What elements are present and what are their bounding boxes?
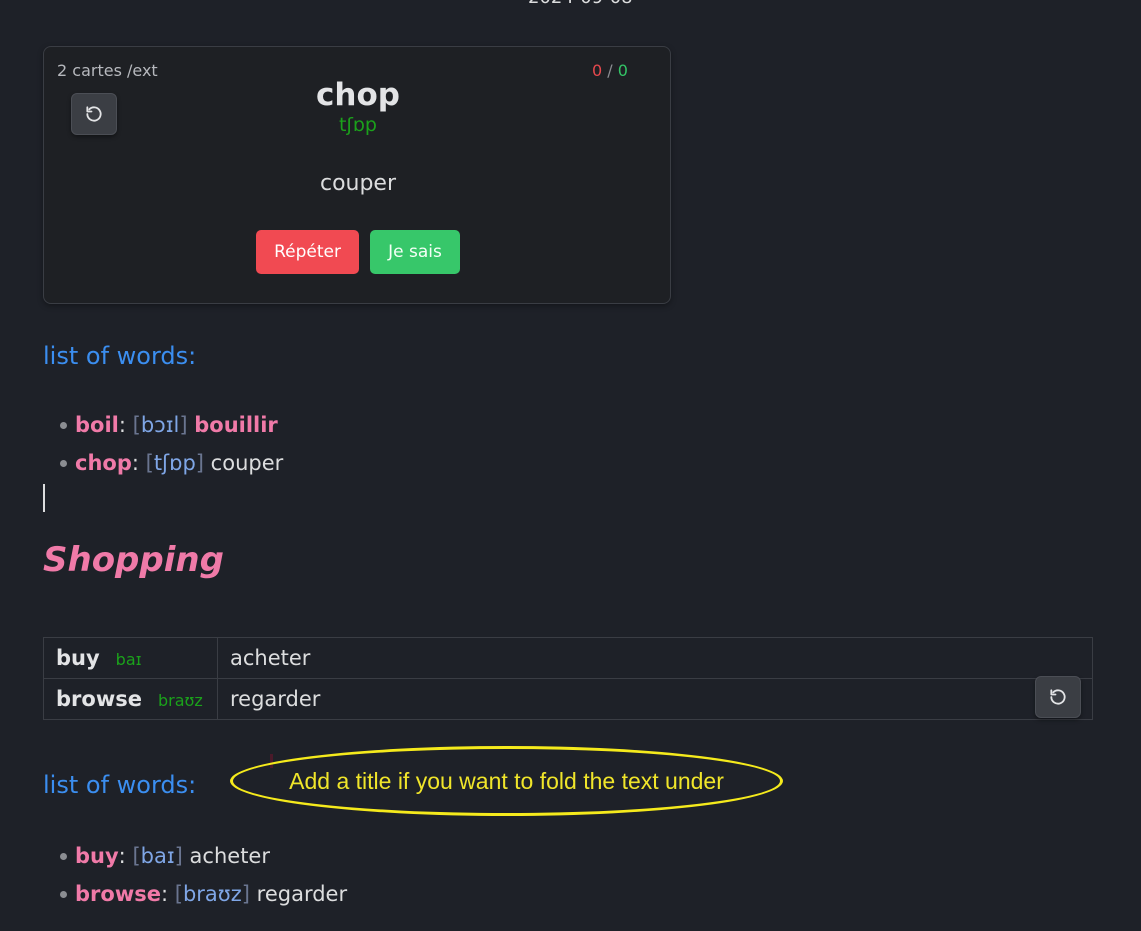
card-translation: couper: [319, 171, 397, 196]
table-cell-word[interactable]: browse braʊz: [43, 678, 218, 720]
list-ipa: bɔɪl: [140, 413, 180, 437]
text-cursor[interactable]: [43, 484, 45, 512]
list-colon: :: [118, 844, 126, 868]
list-heading-2: list of words:: [43, 771, 197, 799]
list-colon: :: [131, 451, 139, 475]
table-translation: acheter: [230, 646, 311, 670]
list-translation: acheter: [189, 844, 270, 868]
section-title: Shopping: [43, 540, 224, 580]
list-item: browse: [braʊz] regarder: [58, 875, 347, 913]
know-button[interactable]: Je sais: [370, 230, 460, 274]
bracket-close: ]: [195, 451, 204, 475]
annotation-text: Add a title if you want to fold the text…: [289, 767, 724, 794]
list-heading-1: list of words:: [43, 342, 197, 370]
bracket-open: [: [132, 844, 141, 868]
annotation-callout: Add a title if you want to fold the text…: [230, 746, 783, 816]
list-word: buy: [75, 844, 119, 868]
bracket-close: ]: [179, 413, 188, 437]
list-ipa: braʊz: [182, 882, 242, 906]
table-cell-word[interactable]: buy baɪ: [43, 637, 218, 679]
list-colon: :: [160, 882, 169, 906]
note-date: 2024-09-08: [528, 0, 633, 8]
table-reset-button[interactable]: [1035, 676, 1081, 718]
bracket-close: ]: [174, 844, 183, 868]
list-word: chop: [75, 451, 132, 475]
list-item: chop: [tʃɒp] couper: [58, 444, 283, 482]
repeat-button[interactable]: Répéter: [256, 230, 359, 274]
word-list-1: boil: [bɔɪl] bouillir chop: [tʃɒp] coupe…: [58, 406, 283, 482]
card-ipa: tʃɒp: [339, 114, 377, 136]
list-translation: regarder: [256, 882, 348, 906]
list-ipa: tʃɒp: [153, 451, 196, 475]
bracket-open: [: [132, 413, 141, 437]
list-item: buy: [baɪ] acheter: [58, 837, 347, 875]
bracket-close: ]: [241, 882, 250, 906]
flashcard: 2 cartes /ext 0 / 0 chop tʃɒp couper Rép…: [43, 46, 671, 304]
table-word: buy: [56, 646, 100, 670]
table-row: buy baɪ acheter: [43, 637, 1093, 679]
vocab-table: buy baɪ acheter browse braʊz regarder: [43, 637, 1093, 720]
list-ipa: baɪ: [140, 844, 175, 868]
list-colon: :: [118, 413, 126, 437]
table-translation: regarder: [230, 687, 321, 711]
bracket-open: [: [174, 882, 183, 906]
card-word: chop: [316, 77, 400, 113]
list-translation: couper: [210, 451, 284, 475]
table-ipa: baɪ: [115, 650, 142, 669]
table-ipa: braʊz: [157, 691, 203, 710]
list-word: boil: [75, 413, 119, 437]
list-word: browse: [75, 882, 161, 906]
bracket-open: [: [145, 451, 154, 475]
list-translation: bouillir: [194, 413, 278, 437]
table-cell-translation[interactable]: regarder: [217, 678, 1093, 720]
list-item: boil: [bɔɪl] bouillir: [58, 406, 283, 444]
table-row: browse braʊz regarder: [43, 678, 1093, 720]
table-cell-translation[interactable]: acheter: [217, 637, 1093, 679]
word-list-2: buy: [baɪ] acheter browse: [braʊz] regar…: [58, 837, 347, 913]
table-word: browse: [56, 687, 142, 711]
rotate-ccw-icon: [1050, 689, 1066, 705]
